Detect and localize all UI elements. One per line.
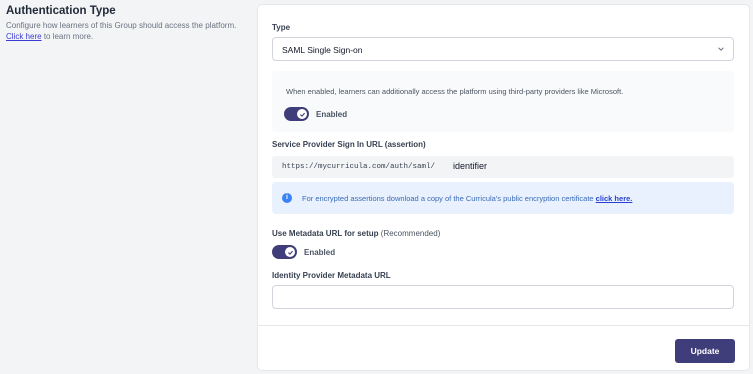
metadata-toggle[interactable] bbox=[272, 245, 297, 259]
certificate-link[interactable]: click here. bbox=[596, 194, 633, 203]
toggle-knob bbox=[297, 109, 307, 119]
idp-url-label: Identity Provider Metadata URL bbox=[272, 271, 391, 280]
metadata-toggle-label: Enabled bbox=[304, 248, 336, 257]
section-title: Authentication Type bbox=[6, 5, 116, 17]
idp-url-input[interactable] bbox=[272, 285, 734, 309]
sp-url-label: Service Provider Sign In URL (assertion) bbox=[272, 140, 426, 149]
footer-divider bbox=[258, 325, 749, 326]
check-icon bbox=[299, 112, 305, 117]
section-intro: Authentication Type Configure how learne… bbox=[6, 5, 246, 42]
sp-url-prefix: https://mycurricula.com/auth/saml/ bbox=[282, 163, 436, 171]
section-desc-before: Configure how learners of this Group sho… bbox=[6, 21, 237, 30]
section-description: Configure how learners of this Group sho… bbox=[6, 20, 246, 42]
info-icon: i bbox=[282, 193, 292, 203]
metadata-label-text: Use Metadata URL for setup bbox=[272, 229, 379, 238]
section-desc-after: to learn more. bbox=[43, 32, 94, 41]
check-icon bbox=[287, 250, 293, 255]
metadata-label-note: (Recommended) bbox=[380, 229, 441, 238]
learn-more-link[interactable]: Click here bbox=[6, 32, 42, 41]
metadata-label: Use Metadata URL for setup (Recommended) bbox=[272, 229, 440, 238]
auth-settings-card: Type SAML Single Sign-on When enabled, l… bbox=[258, 5, 749, 370]
toggle-knob bbox=[285, 247, 295, 257]
update-button[interactable]: Update bbox=[675, 339, 735, 363]
third-party-toggle[interactable] bbox=[284, 107, 309, 121]
type-select[interactable]: SAML Single Sign-on bbox=[272, 37, 734, 61]
third-party-toggle-label: Enabled bbox=[316, 110, 348, 119]
info-text: For encrypted assertions download a copy… bbox=[302, 194, 594, 203]
third-party-description: When enabled, learners can additionally … bbox=[286, 87, 624, 96]
third-party-panel: When enabled, learners can additionally … bbox=[272, 71, 734, 132]
chevron-down-icon bbox=[718, 47, 724, 51]
sp-url-identifier: identifier bbox=[453, 161, 488, 171]
info-banner: i For encrypted assertions download a co… bbox=[272, 182, 734, 214]
type-label: Type bbox=[272, 23, 291, 32]
type-select-value: SAML Single Sign-on bbox=[282, 45, 363, 55]
info-text-wrap: For encrypted assertions download a copy… bbox=[302, 194, 632, 203]
sp-url-field: https://mycurricula.com/auth/saml/ ident… bbox=[272, 156, 734, 178]
